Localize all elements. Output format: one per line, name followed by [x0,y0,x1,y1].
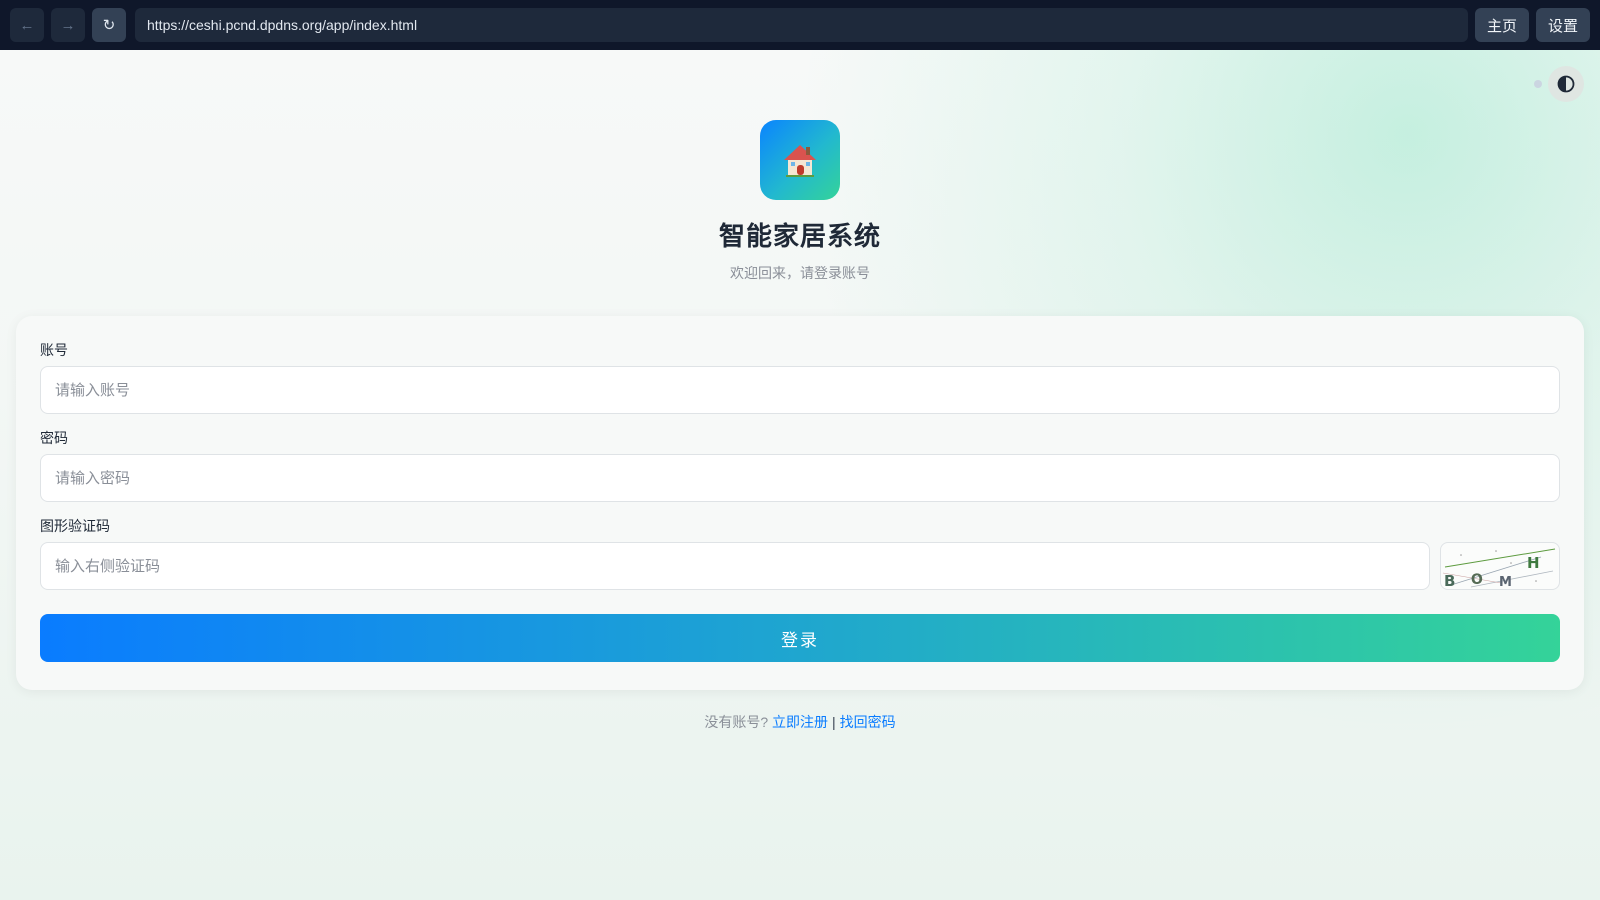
password-field: 密码 [40,428,1560,502]
app-logo [760,120,840,200]
settings-button[interactable]: 设置 [1535,8,1590,42]
captcha-char: M [1499,575,1512,589]
theme-toggle-button[interactable] [1548,66,1584,102]
forward-button[interactable]: → [51,8,85,42]
account-label: 账号 [40,342,68,358]
home-button[interactable]: 主页 [1474,8,1529,42]
captcha-field: 图形验证码 B O M [40,516,1560,590]
status-dot [1534,80,1542,88]
captcha-char: B [1444,572,1455,589]
captcha-char: O [1470,571,1484,588]
captcha-row: B O M H [40,542,1560,590]
reload-icon: ↻ [102,17,116,34]
forward-arrow-icon: → [60,16,76,34]
back-arrow-icon: ← [19,16,35,34]
theme-controls [1534,66,1584,102]
login-button[interactable]: 登录 [40,614,1560,662]
contrast-icon [1557,75,1575,93]
address-bar[interactable]: https://ceshi.pcnd.dpdns.org/app/index.h… [135,8,1468,42]
url-text: https://ceshi.pcnd.dpdns.org/app/index.h… [147,17,418,33]
footer-separator: | [832,714,836,730]
back-button[interactable]: ← [10,8,44,42]
login-header: 智能家居系统 欢迎回来，请登录账号 [0,120,1600,283]
recover-password-link[interactable]: 找回密码 [840,714,896,730]
page-subtitle: 欢迎回来，请登录账号 [730,265,870,281]
house-icon [784,145,816,177]
captcha-char: H [1527,554,1540,572]
no-account-text: 没有账号? [704,714,769,730]
captcha-input[interactable] [40,542,1430,590]
browser-toolbar: ← → ↻ https://ceshi.pcnd.dpdns.org/app/i… [0,0,1600,50]
page-title: 智能家居系统 [718,221,881,251]
password-input[interactable] [40,454,1560,502]
reload-button[interactable]: ↻ [92,8,126,42]
login-card: 账号 密码 图形验证码 [16,316,1584,690]
account-field: 账号 [40,340,1560,414]
footer-links: 没有账号? 立即注册 | 找回密码 [0,712,1600,732]
login-page: 智能家居系统 欢迎回来，请登录账号 账号 密码 图形验证码 [0,50,1600,900]
password-label: 密码 [40,430,68,446]
captcha-image[interactable]: B O M H [1440,542,1560,590]
captcha-label: 图形验证码 [40,518,110,534]
register-link[interactable]: 立即注册 [772,714,828,730]
account-input[interactable] [40,366,1560,414]
